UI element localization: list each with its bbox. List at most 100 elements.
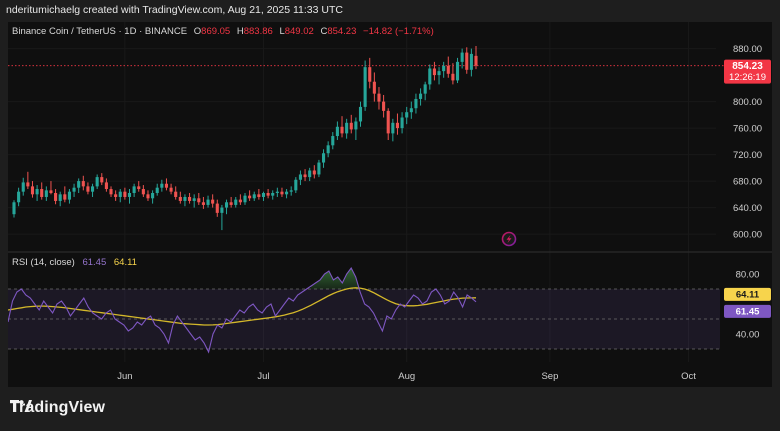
candle: [354, 117, 358, 141]
candle-body: [21, 182, 25, 192]
candle-body: [49, 190, 53, 193]
rsi-legend-ma-value: 64.11: [114, 257, 137, 268]
candle-body: [104, 182, 108, 190]
rsi-tick-label: 80.00: [736, 270, 760, 281]
candle-body: [141, 189, 145, 195]
price-tick-label: 760.00: [733, 124, 762, 135]
main-legend[interactable]: Binance Coin / TetherUS · 1D · BINANCE O…: [12, 26, 434, 37]
candle: [382, 94, 386, 118]
candle-body: [220, 207, 224, 213]
candle-body: [35, 189, 39, 195]
candle: [35, 185, 39, 201]
rsi-line-tag: 61.45: [724, 304, 771, 318]
candle: [395, 113, 400, 135]
time-axis[interactable]: Jun Jul Aug Sep Oct: [117, 371, 696, 382]
candle-body: [54, 193, 58, 201]
candle-body: [95, 177, 99, 187]
candle: [391, 118, 395, 142]
candle-body: [206, 199, 210, 205]
candle: [109, 186, 113, 197]
candle-body: [460, 52, 464, 62]
price-horizontal-grid: [8, 48, 716, 235]
candle-body: [178, 196, 182, 201]
candle-body: [86, 186, 90, 192]
price-tick-label: 880.00: [733, 44, 762, 55]
candle: [58, 191, 62, 207]
candle-body: [183, 196, 187, 201]
candle-body: [391, 122, 395, 134]
candle: [40, 182, 44, 200]
candle: [141, 185, 145, 197]
candle-body: [155, 187, 159, 193]
candle-body: [188, 196, 192, 201]
candle-body: [58, 194, 62, 201]
chart-area[interactable]: 880.00 800.00 760.00 720.00 680.00 640.00 600.…: [8, 22, 772, 387]
candle: [358, 101, 363, 127]
candle: [220, 204, 224, 231]
candle: [30, 181, 35, 198]
candle-body: [285, 191, 289, 195]
candle: [257, 189, 261, 200]
candle: [377, 87, 381, 110]
candle-body: [465, 52, 469, 70]
candle: [164, 178, 169, 191]
candle: [419, 88, 423, 106]
candle: [206, 195, 210, 208]
candle: [90, 183, 95, 197]
candle-body: [326, 145, 330, 154]
candle: [423, 81, 427, 101]
candle-body: [303, 174, 307, 178]
candle: [400, 112, 404, 134]
candle-body: [442, 65, 446, 72]
candle-body: [248, 195, 252, 199]
candle-body: [386, 110, 390, 134]
candle: [474, 46, 478, 70]
last-price-tag: 854.23 12:26:19: [724, 59, 771, 84]
candle: [409, 101, 413, 119]
rsi-title: RSI (14, close): [12, 257, 75, 268]
candle-body: [317, 162, 321, 175]
candle-body: [280, 191, 284, 195]
candle-body: [243, 195, 247, 203]
candle: [215, 199, 219, 217]
candle: [280, 187, 284, 197]
candle-body: [63, 194, 67, 200]
candle: [294, 177, 298, 193]
rsi-legend-value: 61.45: [82, 257, 106, 268]
candle-body: [81, 181, 85, 187]
rsi-ma-tag-value: 64.11: [736, 289, 760, 300]
candle-body: [321, 153, 326, 163]
symbol-title: Binance Coin / TetherUS · 1D · BINANCE: [12, 26, 187, 37]
candle-body: [331, 136, 335, 146]
candle: [132, 183, 136, 197]
candle-body: [437, 71, 441, 76]
candle-body: [201, 202, 205, 205]
candle-body: [100, 177, 104, 183]
candle: [317, 159, 321, 178]
candle-body: [363, 67, 367, 107]
candle-body: [238, 199, 242, 203]
time-tick-label: Oct: [681, 371, 696, 382]
candle: [437, 67, 441, 85]
chart-svg[interactable]: 880.00 800.00 760.00 720.00 680.00 640.00 600.…: [8, 22, 772, 387]
candle: [127, 189, 132, 204]
candle: [123, 187, 127, 200]
candle: [44, 186, 48, 201]
candle-body: [409, 108, 413, 113]
candle: [197, 193, 201, 205]
candle: [183, 194, 187, 207]
time-tick-label: Jun: [117, 371, 132, 382]
candle: [104, 178, 108, 192]
lightning-icon[interactable]: [501, 231, 517, 247]
candle-body: [308, 170, 312, 178]
candle: [340, 116, 344, 138]
candle-body: [224, 202, 229, 208]
candle-body: [266, 193, 270, 196]
candle: [275, 187, 279, 197]
candle-body: [271, 193, 275, 196]
candle-body: [358, 106, 363, 122]
rsi-legend[interactable]: RSI (14, close) 61.45 64.11: [12, 257, 137, 268]
chart-window: nderitumichaelg created with TradingView…: [0, 0, 780, 431]
candle: [151, 190, 155, 204]
candle: [67, 189, 71, 204]
